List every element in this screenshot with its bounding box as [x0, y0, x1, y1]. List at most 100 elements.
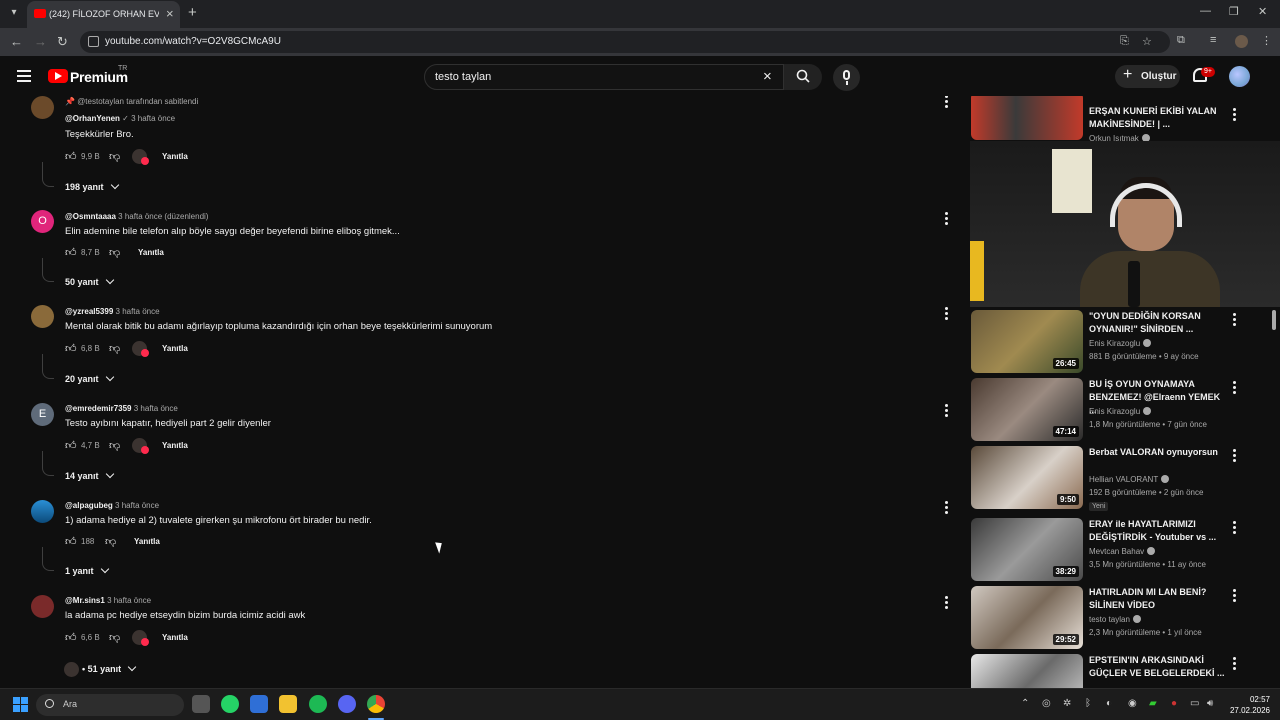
url-text[interactable]: youtube.com/watch?v=O2V8GCMcA9U — [105, 36, 281, 47]
comment-time[interactable]: 3 hafta önce — [115, 501, 159, 510]
comment-menu-icon[interactable] — [945, 307, 949, 322]
search-button[interactable] — [784, 64, 822, 90]
tray-app-icon[interactable]: ◐ — [1106, 698, 1112, 709]
video-thumbnail[interactable]: 47:14 — [971, 378, 1083, 441]
like-icon[interactable]: 👍︎ — [65, 631, 77, 644]
video-channel[interactable]: Enis Kirazoglu — [1089, 407, 1152, 416]
like-icon[interactable]: 👍︎ — [65, 439, 77, 452]
discord-icon[interactable] — [338, 695, 356, 713]
comment-author[interactable]: @Osmntaaaa — [65, 212, 116, 221]
voice-search-button[interactable] — [833, 64, 860, 91]
tray-app-icon[interactable]: ◎ — [1042, 698, 1051, 709]
video-menu-icon[interactable] — [1233, 313, 1236, 328]
video-thumbnail[interactable] — [971, 654, 1083, 688]
comment-menu-icon[interactable] — [945, 596, 949, 611]
dislike-icon[interactable]: 👎︎ — [109, 439, 120, 452]
dislike-icon[interactable]: 👎︎ — [109, 342, 120, 355]
commenter-avatar[interactable] — [31, 96, 54, 119]
video-menu-icon[interactable] — [1233, 657, 1236, 672]
reply-button[interactable]: Yanıtla — [138, 248, 164, 257]
video-menu-icon[interactable] — [1233, 449, 1236, 464]
dislike-icon[interactable]: 👎︎ — [105, 535, 116, 548]
reply-button[interactable]: Yanıtla — [162, 344, 188, 353]
video-channel[interactable]: Mevtcan Bahav — [1089, 547, 1156, 556]
commenter-avatar[interactable] — [31, 595, 54, 618]
comment-menu-icon[interactable] — [945, 212, 949, 227]
youtube-logo-icon[interactable] — [48, 69, 68, 83]
tray-discord-icon[interactable]: ◉ — [1128, 698, 1137, 709]
like-icon[interactable]: 👍︎ — [65, 246, 77, 259]
replies-toggle[interactable]: 50 yanıt — [65, 275, 114, 287]
video-menu-icon[interactable] — [1233, 108, 1236, 123]
reply-button[interactable]: Yanıtla — [162, 633, 188, 642]
comment-time[interactable]: 3 hafta önce — [134, 404, 178, 413]
video-menu-icon[interactable] — [1233, 381, 1236, 396]
video-menu-icon[interactable] — [1233, 589, 1236, 604]
taskbar-clock[interactable]: 02:57 27.02.2026 — [1228, 694, 1270, 716]
omnibox[interactable]: youtube.com/watch?v=O2V8GCMcA9U ⎘ ☆ — [80, 31, 1170, 53]
video-title[interactable]: HATIRLADIN MI LAN BENİ? SİLİNEN VİDEO — [1089, 586, 1227, 612]
comment-menu-icon[interactable] — [945, 96, 949, 110]
close-window-icon[interactable]: ✕ — [1258, 5, 1267, 18]
browser-menu-icon[interactable]: ⋮ — [1261, 34, 1272, 47]
video-title[interactable]: Berbat VALORAN oynuyorsun — [1089, 446, 1227, 459]
comment-author[interactable]: @Mr.sins1 — [65, 596, 105, 605]
minimize-icon[interactable]: — — [1200, 5, 1211, 17]
account-avatar[interactable] — [1229, 66, 1250, 87]
tray-settings-icon[interactable]: ✲ — [1063, 698, 1071, 709]
comment-time[interactable]: 3 hafta önce — [131, 114, 175, 123]
video-channel[interactable]: Enis Kirazoglu — [1089, 339, 1152, 348]
video-channel[interactable]: Hellian VALORANT — [1089, 475, 1170, 484]
video-thumbnail[interactable] — [971, 96, 1083, 140]
tray-overflow-icon[interactable]: ⌃ — [1021, 698, 1029, 709]
comment-author[interactable]: @emredemir7359 — [65, 404, 132, 413]
forward-icon[interactable]: → — [34, 34, 47, 49]
commenter-avatar[interactable] — [31, 305, 54, 328]
extensions-icon[interactable]: ⧉ — [1177, 34, 1185, 47]
site-info-icon[interactable] — [88, 36, 99, 47]
commenter-avatar[interactable] — [31, 500, 54, 523]
scrollbar-thumb[interactable] — [1272, 310, 1276, 330]
bookmark-star-icon[interactable]: ☆ — [1142, 35, 1152, 48]
video-title[interactable]: ERŞAN KUNERİ EKİBİ YALAN MAKİNESİNDE! | … — [1089, 105, 1227, 131]
video-title[interactable]: ERAY ile HAYATLARIMIZI DEĞİŞTİRDİK - You… — [1089, 518, 1227, 544]
windows-start-icon[interactable] — [13, 697, 29, 713]
reply-button[interactable]: Yanıtla — [134, 537, 160, 546]
comment-author[interactable]: @yzreal5399 — [65, 307, 113, 316]
comment-time[interactable]: 3 hafta önce — [116, 307, 160, 316]
profile-avatar[interactable] — [1235, 35, 1248, 48]
bluetooth-icon[interactable]: ᛒ — [1085, 698, 1091, 709]
dislike-icon[interactable]: 👎︎ — [109, 631, 120, 644]
video-thumbnail[interactable]: 26:45 — [971, 310, 1083, 373]
commenter-avatar[interactable]: O — [31, 210, 54, 233]
menu-icon[interactable] — [17, 70, 31, 85]
replies-toggle[interactable]: 198 yanıt — [65, 180, 119, 192]
new-tab-icon[interactable]: + — [188, 4, 197, 21]
tab-close-icon[interactable]: × — [166, 6, 174, 22]
media-control-icon[interactable]: ≡ — [1210, 34, 1216, 46]
restore-icon[interactable]: ❐ — [1229, 5, 1239, 18]
reply-button[interactable]: Yanıtla — [162, 441, 188, 450]
clear-search-icon[interactable]: × — [763, 68, 772, 85]
tray-nvidia-icon[interactable]: ▰ — [1149, 698, 1157, 709]
reply-button[interactable]: Yanıtla — [162, 152, 188, 161]
chrome-icon[interactable] — [367, 695, 385, 713]
like-icon[interactable]: 👍︎ — [65, 342, 77, 355]
comment-menu-icon[interactable] — [945, 404, 949, 419]
search-query[interactable]: testo taylan — [435, 71, 491, 83]
video-title[interactable]: EPSTEIN'IN ARKASINDAKİ GÜÇLER VE BELGELE… — [1089, 654, 1227, 680]
replies-toggle[interactable]: 20 yanıt — [65, 372, 114, 384]
display-icon[interactable]: ▭ — [1190, 698, 1199, 709]
whatsapp-icon[interactable] — [221, 695, 239, 713]
volume-icon[interactable]: 🔊︎ — [1207, 698, 1213, 709]
comment-time[interactable]: 3 hafta önce — [107, 596, 151, 605]
video-thumbnail[interactable]: 38:29 — [971, 518, 1083, 581]
taskbar-search[interactable]: Ara — [36, 694, 184, 716]
like-icon[interactable]: 👍︎ — [65, 150, 77, 163]
dislike-icon[interactable]: 👎︎ — [109, 150, 120, 163]
commenter-avatar[interactable]: E — [31, 403, 54, 426]
tab-search-icon[interactable]: ▾ — [6, 5, 22, 21]
replies-toggle[interactable]: 14 yanıt — [65, 469, 114, 481]
comment-time[interactable]: 3 hafta önce (düzenlendi) — [118, 212, 208, 221]
video-thumbnail[interactable]: 29:52 — [971, 586, 1083, 649]
